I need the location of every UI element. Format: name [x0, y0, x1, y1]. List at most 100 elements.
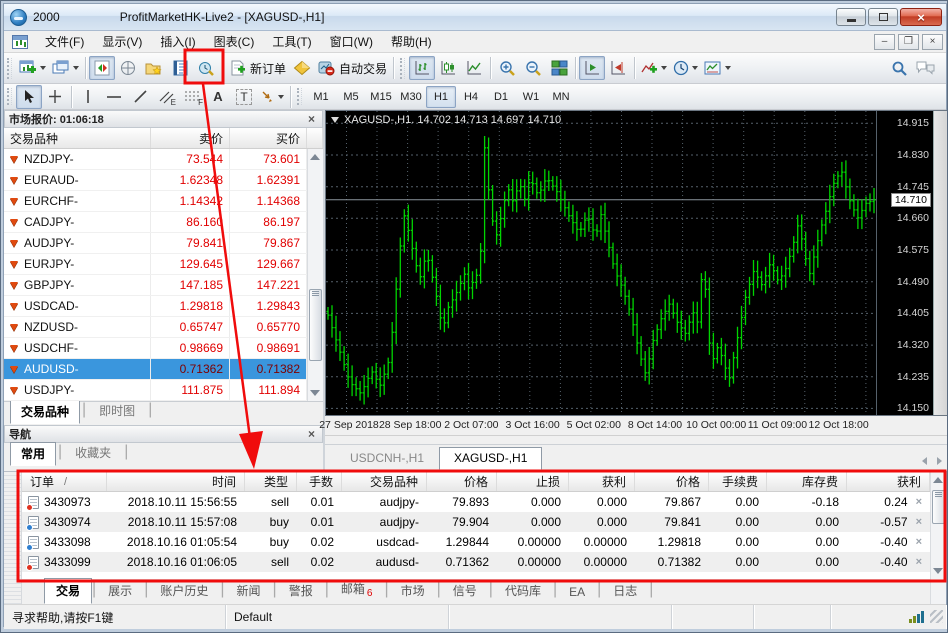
navigator-tab-2[interactable]: 收藏夹 — [64, 441, 122, 465]
zoom-in-button[interactable] — [494, 56, 520, 80]
data-window-button[interactable] — [115, 56, 141, 80]
orders-column-1[interactable]: 订单 / — [22, 472, 107, 491]
trendline-button[interactable] — [127, 85, 153, 109]
toolbar-gripper[interactable] — [7, 57, 12, 79]
text-label-button[interactable]: T — [231, 85, 257, 109]
tabs-scroll-right-icon[interactable] — [937, 457, 942, 465]
restore-button[interactable] — [868, 8, 898, 26]
new-chart-button[interactable] — [16, 56, 49, 80]
order-row-3430974[interactable]: 3430974 2018.10.11 15:57:08 buy 0.01 audjpy-… — [22, 512, 930, 532]
orders-column-4[interactable]: 手数 — [297, 472, 342, 491]
menu-item-6[interactable]: 窗口(W) — [321, 30, 382, 53]
menu-item-4[interactable]: 图表(C) — [205, 30, 264, 53]
crosshair-tool-button[interactable] — [42, 85, 68, 109]
tile-windows-button[interactable] — [546, 56, 572, 80]
bar-chart-button[interactable] — [409, 56, 436, 80]
order-row-3430973[interactable]: 3430973 2018.10.11 15:56:55 sell 0.01 audjpy… — [22, 492, 930, 512]
scroll-down-icon[interactable] — [933, 568, 943, 574]
orders-scrollbar[interactable] — [930, 472, 946, 604]
column-ask[interactable]: 买价 — [230, 128, 307, 148]
orders-column-11[interactable]: 库存费 — [767, 472, 847, 491]
timeframe-m15[interactable]: M15 — [366, 86, 396, 108]
timeframe-d1[interactable]: D1 — [486, 86, 516, 108]
market-row-audjpy[interactable]: AUDJPY- 79.841 79.867 — [4, 233, 323, 254]
tabs-scroll-left-icon[interactable] — [922, 457, 927, 465]
terminal-gripper[interactable] — [4, 472, 22, 604]
status-profile[interactable]: Default — [226, 605, 449, 629]
cursor-button[interactable] — [16, 84, 42, 109]
child-minimize-button[interactable]: – — [874, 33, 895, 50]
menu-item-5[interactable]: 工具(T) — [263, 30, 320, 53]
periods-button[interactable] — [670, 56, 701, 80]
terminal-button[interactable] — [167, 56, 193, 80]
order-row-3433099[interactable]: 3433099 2018.10.16 01:06:05 sell 0.02 audusd… — [22, 552, 930, 572]
orders-column-10[interactable]: 手续费 — [709, 472, 767, 491]
market-row-euraud[interactable]: EURAUD- 1.62348 1.62391 — [4, 170, 323, 191]
indicators-button[interactable] — [638, 56, 670, 80]
chart-symbol-dropdown-icon[interactable] — [331, 117, 339, 123]
toolbar-gripper[interactable] — [7, 87, 12, 106]
scroll-thumb[interactable] — [932, 490, 945, 524]
scroll-up-icon[interactable] — [310, 154, 320, 160]
orders-column-6[interactable]: 价格 — [427, 472, 497, 491]
terminal-tab-3[interactable]: 账户历史 — [148, 578, 220, 604]
market-row-nzdusd[interactable]: NZDUSD- 0.65747 0.65770 — [4, 317, 323, 338]
column-symbol[interactable]: 交易品种 — [4, 128, 151, 148]
order-close-icon[interactable]: × — [916, 516, 922, 528]
arrows-button[interactable] — [257, 85, 287, 109]
candlestick-button[interactable] — [435, 56, 461, 80]
terminal-tab-7[interactable]: 市场 — [389, 578, 437, 604]
chart-shift-button[interactable] — [605, 56, 631, 80]
close-button[interactable]: × — [900, 8, 942, 26]
column-bid[interactable]: 卖价 — [151, 128, 230, 148]
navigator-tab-1[interactable]: 常用 — [10, 442, 57, 466]
timeframe-mn[interactable]: MN — [546, 86, 576, 108]
market-watch-button[interactable] — [89, 56, 115, 80]
child-restore-button[interactable]: ❐ — [898, 33, 919, 50]
terminal-tab-5[interactable]: 警报 — [277, 578, 325, 604]
resize-grip[interactable] — [930, 610, 943, 623]
market-row-usdchf[interactable]: USDCHF- 0.98669 0.98691 — [4, 338, 323, 359]
menu-item-1[interactable]: 文件(F) — [36, 30, 93, 53]
metaeditor-button[interactable] — [289, 56, 315, 80]
search-button[interactable] — [886, 56, 912, 80]
timeframe-h1[interactable]: H1 — [426, 85, 456, 108]
terminal-tab-4[interactable]: 新闻 — [225, 578, 273, 604]
orders-column-2[interactable]: 时间 — [107, 472, 245, 491]
terminal-tab-10[interactable]: EA — [557, 581, 597, 604]
chart-tab-usdcnhh1[interactable]: USDCNH-,H1 — [335, 447, 439, 470]
scroll-down-icon[interactable] — [310, 390, 320, 396]
new-order-button[interactable]: 新订单 — [226, 56, 289, 80]
navigator-button[interactable] — [141, 56, 167, 80]
market-row-nzdjpy[interactable]: NZDJPY- 73.544 73.601 — [4, 149, 323, 170]
market-row-usdjpy[interactable]: USDJPY- 111.875 111.894 — [4, 380, 323, 401]
vertical-line-button[interactable] — [75, 85, 101, 109]
orders-column-3[interactable]: 类型 — [245, 472, 297, 491]
market-watch-tab-2[interactable]: 即时图 — [88, 399, 146, 423]
market-row-gbpjpy[interactable]: GBPJPY- 147.185 147.221 — [4, 275, 323, 296]
horizontal-line-button[interactable] — [101, 85, 127, 109]
timeframe-w1[interactable]: W1 — [516, 86, 546, 108]
terminal-tab-8[interactable]: 信号 — [441, 578, 489, 604]
terminal-tab-11[interactable]: 日志 — [601, 578, 649, 604]
order-close-icon[interactable]: × — [916, 556, 922, 568]
toolbar-gripper[interactable] — [400, 57, 406, 79]
minimize-button[interactable] — [836, 8, 866, 26]
chart-plot[interactable]: XAGUSD-,H1. 14.702 14.713 14.697 14.710 — [326, 111, 876, 415]
toolbar-gripper[interactable] — [297, 87, 302, 106]
templates-button[interactable] — [701, 56, 734, 80]
timeframe-h4[interactable]: H4 — [456, 86, 486, 108]
terminal-tab-9[interactable]: 代码库 — [493, 578, 553, 604]
timeframe-m30[interactable]: M30 — [396, 86, 426, 108]
navigator-close-icon[interactable]: × — [305, 428, 318, 440]
order-row-3433098[interactable]: 3433098 2018.10.16 01:05:54 buy 0.02 usdcad-… — [22, 532, 930, 552]
market-watch-close-icon[interactable]: × — [305, 113, 318, 125]
chart-tab-xagusdh1[interactable]: XAGUSD-,H1 — [439, 447, 543, 470]
orders-column-8[interactable]: 获利 — [569, 472, 635, 491]
line-chart-button[interactable] — [461, 56, 487, 80]
menu-item-7[interactable]: 帮助(H) — [382, 30, 441, 53]
channel-button[interactable]: E — [153, 85, 179, 109]
market-row-usdcad[interactable]: USDCAD- 1.29818 1.29843 — [4, 296, 323, 317]
orders-column-12[interactable]: 获利 — [847, 472, 930, 491]
market-row-eurjpy[interactable]: EURJPY- 129.645 129.667 — [4, 254, 323, 275]
